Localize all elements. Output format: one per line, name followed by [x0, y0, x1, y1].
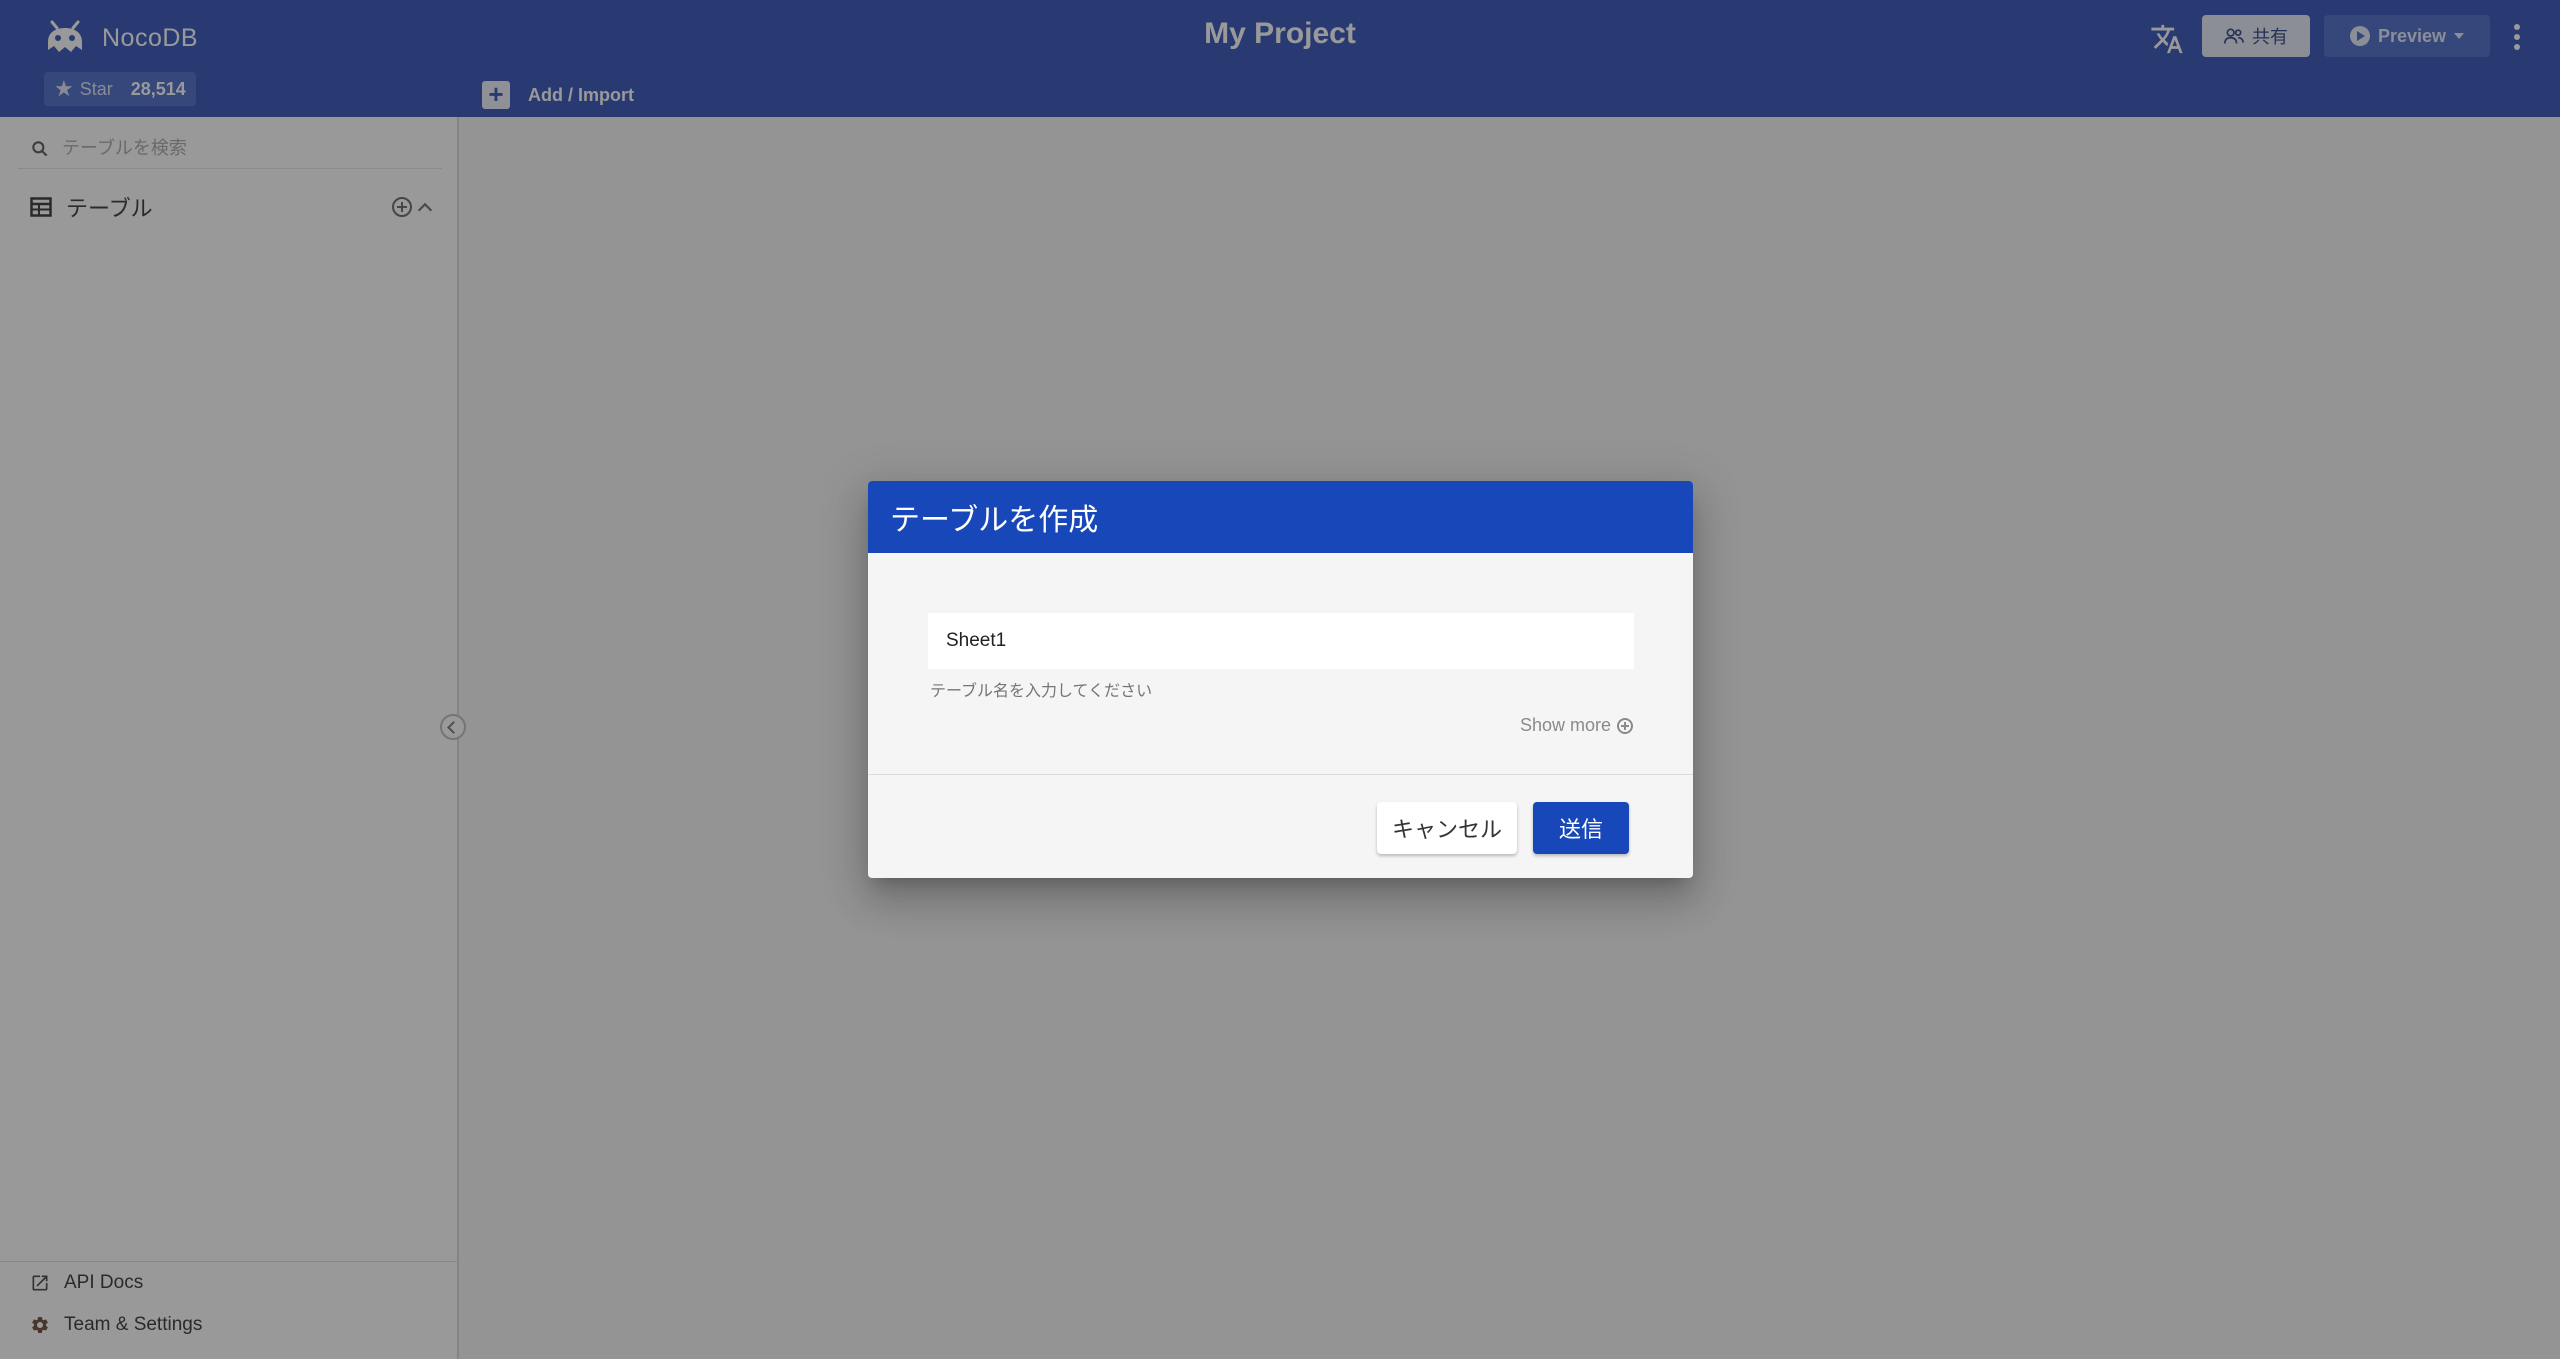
add-circle-icon	[1617, 717, 1633, 734]
cancel-button[interactable]: キャンセル	[1377, 802, 1517, 854]
show-more-label: Show more	[1519, 715, 1611, 735]
create-table-dialog: テーブルを作成 テーブル名を入力してください Show more キャンセル 送…	[868, 481, 1693, 878]
show-more-toggle[interactable]: Show more	[1520, 715, 1633, 736]
dialog-title: テーブルを作成	[868, 481, 1693, 553]
dialog-body: テーブル名を入力してください Show more	[868, 553, 1693, 775]
table-name-hint: テーブル名を入力してください	[930, 683, 1153, 700]
table-name-input[interactable]	[928, 613, 1634, 669]
dialog-actions: キャンセル 送信	[1377, 802, 1629, 854]
submit-button[interactable]: 送信	[1533, 802, 1629, 854]
